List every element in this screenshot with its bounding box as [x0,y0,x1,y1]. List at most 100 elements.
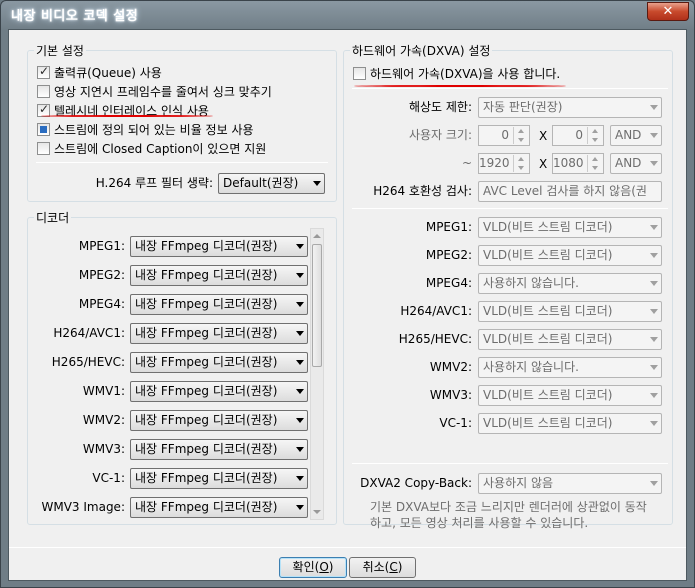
dxva-dropdown[interactable]: VLD(비트 스트림 디코더) [478,217,662,238]
option-enable-dxva[interactable]: 하드웨어 가속(DXVA)을 사용 합니다. [353,65,560,81]
divider [352,463,668,464]
decoder-dropdown-value: 내장 FFmpeg 디코더(권장) [135,297,278,311]
min-height-value: 0 [575,128,583,142]
checkbox[interactable] [37,102,50,117]
spinner-icon[interactable] [513,155,528,172]
decoder-dropdown[interactable]: 내장 FFmpeg 디코더(권장) [130,439,308,460]
decoder-dropdown-value: 내장 FFmpeg 디코더(권장) [135,384,278,398]
basic-settings-group: 기본 설정 출력큐(Queue) 사용 영상 지연시 프레임수를 줄여서 싱크 … [27,42,337,202]
window-title: 내장 비디오 코덱 설정 [11,8,139,24]
chevron-down-icon [650,133,658,138]
close-icon: ✕ [662,4,674,19]
cancel-button[interactable]: 취소(C) [349,557,416,578]
decoder-codec-label: WMV3 Image: [41,500,125,514]
chevron-down-icon [650,393,658,398]
chevron-down-icon [650,253,658,258]
scrollbar-thumb[interactable] [312,244,322,367]
spinner-icon[interactable] [513,127,528,144]
times-glyph: X [539,129,548,143]
decoder-dropdown-value: 내장 FFmpeg 디코더(권장) [135,355,278,369]
decoder-codec-label: WMV1: [82,384,125,398]
max-operator-dropdown[interactable]: AND [610,153,662,174]
decoder-dropdown[interactable]: 내장 FFmpeg 디코더(권장) [130,294,308,315]
dxva-codec-label: MPEG2: [425,248,472,262]
times-glyph: X [539,157,548,171]
min-width-input[interactable]: 0 [478,125,530,146]
resolution-limit-label: 해상도 제한: [408,100,472,114]
max-operator-value: AND [615,156,642,170]
custom-size-label: 사용자 크기: [408,128,472,142]
option-closed-caption[interactable]: 스트림에 Closed Caption이 있으면 지원 [37,140,266,156]
checkbox[interactable] [37,122,50,136]
decoder-codec-label: H265/HEVC: [51,355,125,369]
dxva-dropdown[interactable]: 사용하지 않습니다. [478,357,662,378]
checkbox-label: 하드웨어 가속(DXVA)을 사용 합니다. [370,66,561,81]
decoder-dropdown[interactable]: 내장 FFmpeg 디코더(권장) [130,323,308,344]
decoder-codec-label: MPEG1: [78,239,125,253]
option-output-queue[interactable]: 출력큐(Queue) 사용 [37,64,162,80]
decoder-dropdown-value: 내장 FFmpeg 디코더(권장) [135,239,278,253]
dxva-codec-label: MPEG4: [425,276,472,290]
title-bar[interactable]: 내장 비디오 코덱 설정 ✕ [1,1,694,27]
dxva-codec-label: WMV3: [429,388,472,402]
decoder-dropdown[interactable]: 내장 FFmpeg 디코더(권장) [130,236,308,257]
scroll-up-icon[interactable] [312,231,322,243]
copyback-label: DXVA2 Copy-Back: [360,476,472,490]
scroll-down-icon[interactable] [312,505,322,517]
dxva-dropdown[interactable]: VLD(비트 스트림 디코더) [478,329,662,350]
dxva-dropdown[interactable]: VLD(비트 스트림 디코더) [478,245,662,266]
copyback-note-line2: 하고, 모든 영상 처리를 사용할 수 있습니다. [370,516,589,530]
spinner-icon[interactable] [587,127,602,144]
dxva-dropdown[interactable]: VLD(비트 스트림 디코더) [478,413,662,434]
min-height-input[interactable]: 0 [552,125,604,146]
decoder-codec-label: H264/AVC1: [53,326,125,340]
spinner-icon[interactable] [587,155,602,172]
resolution-limit-dropdown[interactable]: 자동 판단(권장) [478,97,662,118]
decoder-dropdown-value: 내장 FFmpeg 디코더(권장) [135,471,278,485]
decoder-codec-label: WMV3: [82,442,125,456]
decoder-dropdown[interactable]: 내장 FFmpeg 디코더(권장) [130,468,308,489]
checkbox[interactable] [37,64,50,79]
loop-filter-dropdown[interactable]: Default(권장) [218,173,325,194]
chevron-down-icon [650,337,658,342]
dxva-dropdown-value: 사용하지 않습니다. [483,276,579,290]
decoder-dropdown[interactable]: 내장 FFmpeg 디코더(권장) [130,352,308,373]
decoder-scrollbar[interactable] [310,228,324,520]
decoder-dropdown[interactable]: 내장 FFmpeg 디코더(권장) [130,381,308,402]
h264-compat-value: AVC Level 검사를 하지 않음(권 [483,184,647,198]
dxva-codec-label: H265/HEVC: [398,332,472,346]
decoder-dropdown[interactable]: 내장 FFmpeg 디코더(권장) [130,265,308,286]
copyback-dropdown[interactable]: 사용하지 않음 [478,473,662,494]
h264-compat-label: H264 호환성 검사: [373,184,472,198]
max-width-input[interactable]: 1920 [478,153,530,174]
chevron-down-icon [650,105,658,110]
h264-compat-dropdown[interactable]: AVC Level 검사를 하지 않음(권 [478,181,662,202]
checkbox[interactable] [353,66,366,80]
decoder-dropdown[interactable]: 내장 FFmpeg 디코더(권장) [130,497,308,518]
cancel-accelerator: C [389,560,398,574]
divider [352,208,668,209]
chevron-down-icon [650,365,658,370]
max-height-input[interactable]: 1080 [552,153,604,174]
dxva-dropdown[interactable]: VLD(비트 스트림 디코더) [478,385,662,406]
decoder-dropdown-value: 내장 FFmpeg 디코더(권장) [135,326,278,340]
chevron-down-icon [296,302,304,307]
option-frame-drop-sync[interactable]: 영상 지연시 프레임수를 줄여서 싱크 맞추기 [37,83,272,99]
ok-button[interactable]: 확인(O) [279,557,347,578]
checkbox[interactable] [37,84,50,98]
decoder-dropdown-value: 내장 FFmpeg 디코더(권장) [135,413,278,427]
dxva-codec-label: MPEG1: [425,220,472,234]
copyback-note-line1: 기본 DXVA보다 조금 느리지만 렌더러에 상관없이 동작 [370,500,647,514]
checkbox-label: 출력큐(Queue) 사용 [54,65,162,80]
checkbox[interactable] [37,141,50,155]
decoder-codec-label: MPEG2: [78,268,125,282]
decoder-dropdown[interactable]: 내장 FFmpeg 디코더(권장) [130,410,308,431]
decoder-dropdown-value: 내장 FFmpeg 디코더(권장) [135,500,278,514]
min-operator-value: AND [615,128,642,142]
dxva-dropdown-value: VLD(비트 스트림 디코더) [483,220,613,234]
close-button[interactable]: ✕ [647,2,689,21]
dxva-dropdown[interactable]: 사용하지 않습니다. [478,273,662,294]
option-stream-aspect-ratio[interactable]: 스트림에 정의 되어 있는 비율 정보 사용 [37,121,254,137]
min-operator-dropdown[interactable]: AND [610,125,662,146]
dxva-dropdown[interactable]: VLD(비트 스트림 디코더) [478,301,662,322]
